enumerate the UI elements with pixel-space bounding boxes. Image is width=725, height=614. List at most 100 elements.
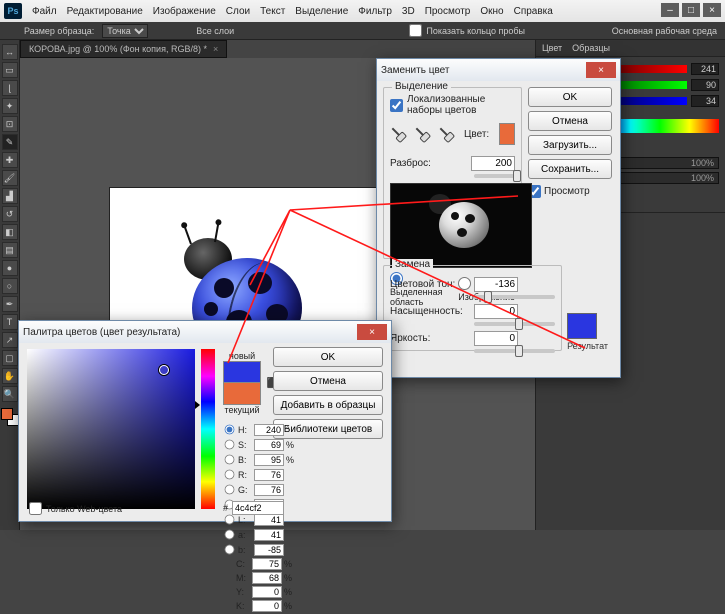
move-tool[interactable]: ↔ <box>2 44 18 60</box>
fg-color-swatch[interactable] <box>1 408 13 420</box>
crop-tool[interactable]: ⊡ <box>2 116 18 132</box>
fuzz-value[interactable] <box>471 156 515 171</box>
menu-edit[interactable]: Редактирование <box>67 6 143 17</box>
hue-value[interactable] <box>474 277 518 292</box>
doc-tab[interactable]: КОРОВА.jpg @ 100% (Фон копия, RGB/8) * × <box>20 40 227 58</box>
minimize-button[interactable]: – <box>661 3 679 17</box>
sample-size-select[interactable]: Точка <box>102 24 148 38</box>
val-c[interactable] <box>252 558 282 570</box>
val-a[interactable] <box>254 529 284 541</box>
menu-image[interactable]: Изображение <box>153 6 216 17</box>
hex-value[interactable] <box>232 501 284 515</box>
radio-b[interactable] <box>225 455 235 465</box>
sat-value[interactable] <box>474 304 518 319</box>
val-l[interactable] <box>254 514 284 526</box>
sat-slider[interactable] <box>474 322 555 326</box>
radio-h[interactable] <box>225 425 235 435</box>
menu-view[interactable]: Просмотр <box>425 6 471 17</box>
val-blab[interactable] <box>254 544 284 556</box>
color-swatches[interactable] <box>1 408 19 426</box>
local-clusters-checkbox[interactable] <box>390 99 403 112</box>
color-field[interactable] <box>27 349 195 509</box>
val-s[interactable] <box>254 439 284 451</box>
new-color-swatch[interactable] <box>223 361 261 383</box>
pen-tool[interactable]: ✒ <box>2 296 18 312</box>
close-button[interactable]: × <box>703 3 721 17</box>
radio-blab[interactable] <box>225 545 235 555</box>
menu-text[interactable]: Текст <box>260 6 285 17</box>
eyedropper-plus-icon[interactable] <box>411 123 434 146</box>
history-brush-tool[interactable]: ↺ <box>2 206 18 222</box>
eyedropper-icon[interactable] <box>387 123 410 146</box>
picker-ok-button[interactable]: OK <box>273 347 383 367</box>
val-b[interactable] <box>254 454 284 466</box>
add-swatch-button[interactable]: Добавить в образцы <box>273 395 383 415</box>
path-tool[interactable]: ↗ <box>2 332 18 348</box>
tab-color[interactable]: Цвет <box>542 43 562 53</box>
lig-value[interactable] <box>474 331 518 346</box>
menu-file[interactable]: Файл <box>32 6 57 17</box>
fill-value[interactable]: 100% <box>691 173 714 183</box>
menu-select[interactable]: Выделение <box>295 6 348 17</box>
radio-g[interactable] <box>225 485 235 495</box>
ok-button[interactable]: OK <box>528 87 612 107</box>
picker-close-button[interactable]: × <box>357 324 387 340</box>
type-tool[interactable]: T <box>2 314 18 330</box>
val-k[interactable] <box>252 600 282 612</box>
hue-bar[interactable] <box>201 349 215 509</box>
close-tab-icon[interactable]: × <box>213 44 218 54</box>
color-picker-dialog[interactable]: Палитра цветов (цвет результата) × новый… <box>18 320 392 522</box>
lig-slider[interactable] <box>474 349 555 353</box>
menu-layers[interactable]: Слои <box>226 6 250 17</box>
load-button[interactable]: Загрузить... <box>528 135 612 155</box>
show-ring-checkbox[interactable] <box>409 24 422 37</box>
brush-tool[interactable]: 🖌 <box>2 170 18 186</box>
replace-titlebar[interactable]: Заменить цвет × <box>377 59 620 81</box>
opacity-value[interactable]: 100% <box>691 158 714 168</box>
radio-l[interactable] <box>225 515 235 525</box>
zoom-tool[interactable]: 🔍 <box>2 386 18 402</box>
picker-cancel-button[interactable]: Отмена <box>273 371 383 391</box>
radio-s[interactable] <box>225 440 235 450</box>
fuzz-slider[interactable] <box>474 174 515 178</box>
shape-tool[interactable]: ▢ <box>2 350 18 366</box>
maximize-button[interactable]: □ <box>682 3 700 17</box>
tab-swatches[interactable]: Образцы <box>572 43 610 53</box>
b-value[interactable]: 34 <box>691 95 719 107</box>
eyedropper-minus-icon[interactable] <box>435 123 458 146</box>
hue-slider[interactable] <box>474 295 555 299</box>
wand-tool[interactable]: ✦ <box>2 98 18 114</box>
sample-color-swatch[interactable] <box>499 123 515 145</box>
workspace-label[interactable]: Основная рабочая среда <box>612 26 717 36</box>
current-color-swatch[interactable] <box>223 383 261 405</box>
eyedropper-tool[interactable]: ✎ <box>2 134 18 150</box>
lasso-tool[interactable]: ɭ <box>2 80 18 96</box>
marquee-tool[interactable]: ▭ <box>2 62 18 78</box>
stamp-tool[interactable]: ▟ <box>2 188 18 204</box>
val-g[interactable] <box>254 484 284 496</box>
g-value[interactable]: 90 <box>691 79 719 91</box>
result-swatch[interactable] <box>567 313 597 339</box>
picker-titlebar[interactable]: Палитра цветов (цвет результата) × <box>19 321 391 343</box>
radio-r[interactable] <box>225 470 235 480</box>
val-m[interactable] <box>252 572 282 584</box>
radio-a[interactable] <box>225 530 235 540</box>
hand-tool[interactable]: ✋ <box>2 368 18 384</box>
dodge-tool[interactable]: ○ <box>2 278 18 294</box>
menu-filter[interactable]: Фильтр <box>358 6 392 17</box>
gradient-tool[interactable]: ▤ <box>2 242 18 258</box>
r-value[interactable]: 241 <box>691 63 719 75</box>
blur-tool[interactable]: ● <box>2 260 18 276</box>
val-y[interactable] <box>252 586 282 598</box>
val-h[interactable] <box>254 424 284 436</box>
menu-window[interactable]: Окно <box>480 6 503 17</box>
save-button[interactable]: Сохранить... <box>528 159 612 179</box>
eraser-tool[interactable]: ◧ <box>2 224 18 240</box>
replace-close-button[interactable]: × <box>586 62 616 78</box>
replace-color-dialog[interactable]: Заменить цвет × OK Отмена Загрузить... С… <box>376 58 621 378</box>
heal-tool[interactable]: ✚ <box>2 152 18 168</box>
web-only-checkbox[interactable] <box>29 502 42 515</box>
val-r[interactable] <box>254 469 284 481</box>
menu-help[interactable]: Справка <box>514 6 553 17</box>
menu-3d[interactable]: 3D <box>402 6 415 17</box>
